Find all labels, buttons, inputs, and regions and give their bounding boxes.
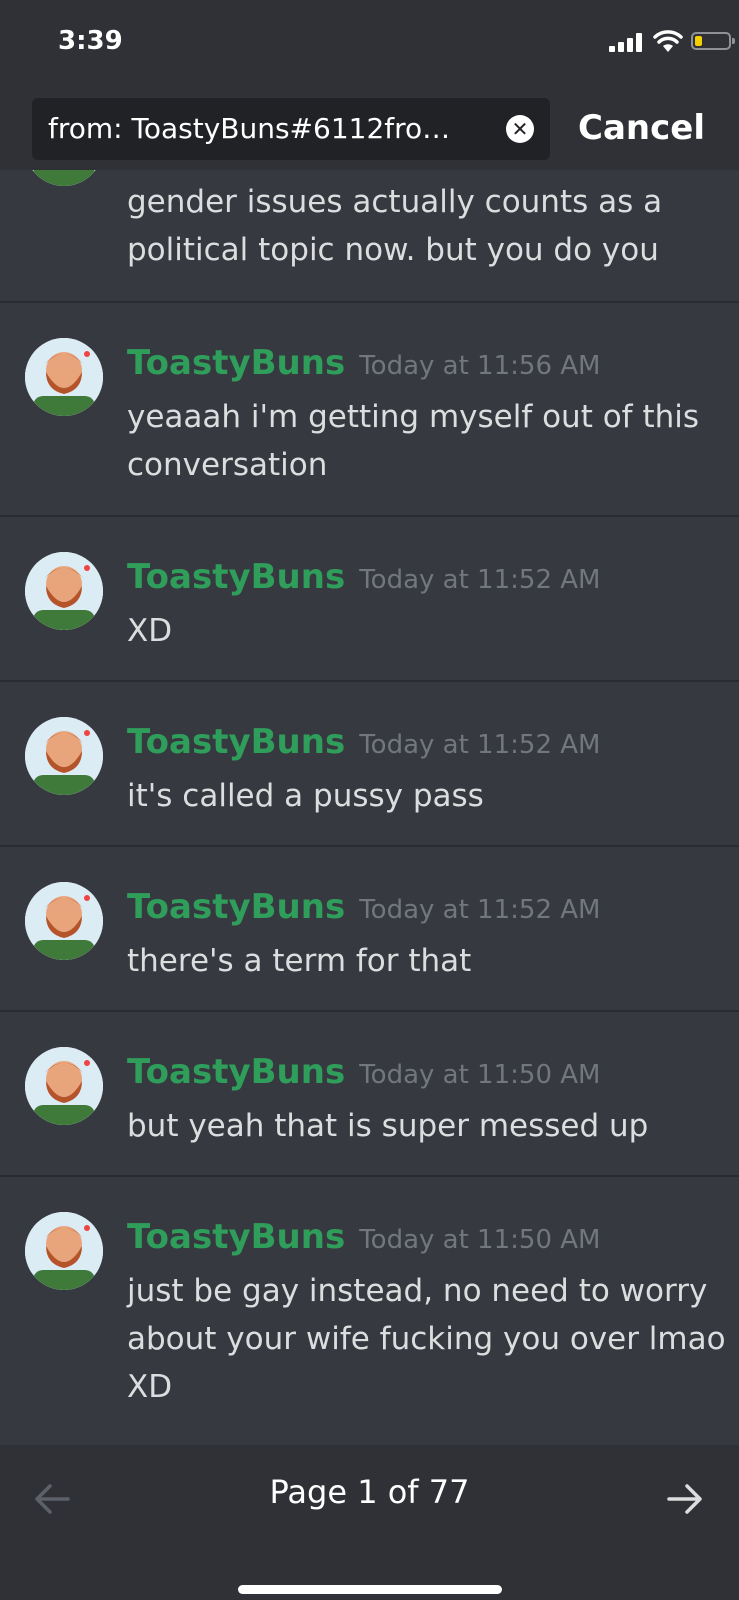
home-indicator[interactable] [238, 1585, 502, 1594]
message-text: yeaaah i'm getting myself out of this co… [127, 399, 700, 483]
status-bar: 3:39 [0, 0, 739, 90]
wifi-icon [653, 30, 683, 52]
message-author[interactable]: ToastyBuns [127, 887, 345, 927]
message-timestamp: Today at 11:52 AM [359, 730, 601, 760]
message-timestamp: Today at 11:50 AM [359, 1060, 601, 1090]
avatar[interactable] [25, 882, 103, 960]
message-text: but yeah that is super messed up [127, 1108, 649, 1144]
message-text: there's a term for that [127, 943, 472, 979]
message-meta: ToastyBuns Today at 11:52 AM [127, 722, 600, 762]
message-meta: ToastyBuns Today at 11:50 AM [127, 1217, 600, 1257]
search-input[interactable]: from: ToastyBuns#6112fro… ✕ [32, 98, 550, 160]
cellular-signal-icon [609, 32, 645, 52]
message-text: it's called a pussy pass [127, 778, 484, 814]
avatar[interactable] [25, 338, 103, 416]
message-timestamp: Today at 11:50 AM [359, 1225, 601, 1255]
avatar[interactable] [25, 170, 103, 186]
message-item[interactable]: ToastyBuns Today at 11:50 AM but yeah tha… [0, 1012, 739, 1177]
message-meta: ToastyBuns Today at 11:56 AM [127, 343, 600, 383]
message-item[interactable]: ToastyBuns Today at 11:50 AM just be gay … [0, 1177, 739, 1445]
battery-icon [691, 32, 735, 50]
clear-search-icon[interactable]: ✕ [506, 115, 534, 143]
message-item[interactable]: ToastyBuns Today at 11:52 AM there's a te… [0, 847, 739, 1012]
message-meta: ToastyBuns Today at 11:50 AM [127, 1052, 600, 1092]
page-indicator: Page 1 of 77 [269, 1473, 470, 1511]
cancel-button[interactable]: Cancel [578, 108, 705, 148]
avatar[interactable] [25, 717, 103, 795]
message-meta: ToastyBuns Today at 11:52 AM [127, 887, 600, 927]
status-time: 3:39 [58, 26, 123, 56]
message-text: XD [127, 613, 173, 649]
avatar[interactable] [25, 1212, 103, 1290]
next-page-arrow-icon[interactable] [665, 1481, 705, 1517]
message-author[interactable]: ToastyBuns [127, 1217, 345, 1257]
message-text: just be gay instead, no need to worry ab… [127, 1273, 726, 1405]
message-timestamp: Today at 11:52 AM [359, 895, 601, 925]
avatar[interactable] [25, 552, 103, 630]
message-author[interactable]: ToastyBuns [127, 722, 345, 762]
message-item[interactable]: gender issues actually counts as a polit… [0, 170, 739, 303]
pagination-bar: Page 1 of 77 [0, 1445, 739, 1600]
search-results-list: gender issues actually counts as a polit… [0, 170, 739, 1445]
search-query[interactable]: from: ToastyBuns#6112fro… [48, 112, 488, 145]
message-timestamp: Today at 11:56 AM [359, 351, 601, 381]
message-item[interactable]: ToastyBuns Today at 11:52 AM it's called … [0, 682, 739, 847]
message-item[interactable]: ToastyBuns Today at 11:52 AM XD [0, 517, 739, 682]
message-meta: ToastyBuns Today at 11:52 AM [127, 557, 600, 597]
message-author[interactable]: ToastyBuns [127, 557, 345, 597]
message-item[interactable]: ToastyBuns Today at 11:56 AM yeaaah i'm g… [0, 303, 739, 517]
message-author[interactable]: ToastyBuns [127, 1052, 345, 1092]
message-text: gender issues actually counts as a polit… [127, 184, 663, 268]
message-timestamp: Today at 11:52 AM [359, 565, 601, 595]
search-header: from: ToastyBuns#6112fro… ✕ Cancel [0, 90, 739, 170]
avatar[interactable] [25, 1047, 103, 1125]
message-author[interactable]: ToastyBuns [127, 343, 345, 383]
